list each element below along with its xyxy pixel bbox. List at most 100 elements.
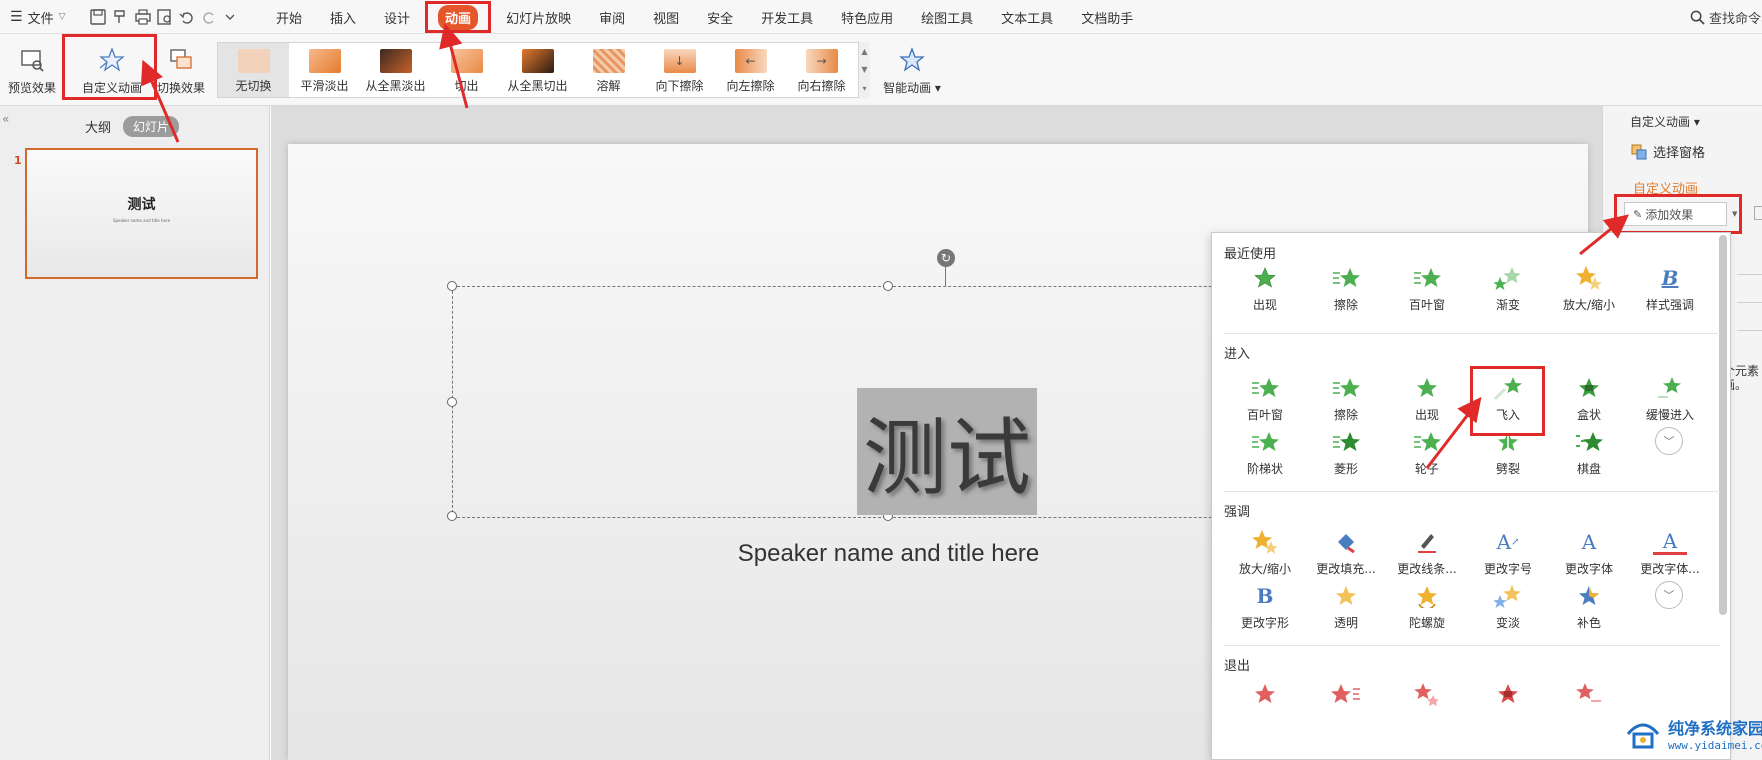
effect-split[interactable]: 劈裂: [1467, 429, 1549, 483]
dropdown-scrollbar[interactable]: [1719, 235, 1727, 615]
tab-animation[interactable]: 动画: [424, 0, 492, 34]
effect-change-line[interactable]: 更改线条...: [1386, 529, 1468, 583]
scroll-up-icon[interactable]: ▲: [861, 47, 867, 56]
effect-exit-5[interactable]: [1548, 681, 1630, 735]
transition-fade-from-black[interactable]: 从全黑淡出: [360, 43, 431, 97]
gallery-scrollbar[interactable]: ▲ ▼ ▾: [858, 42, 870, 98]
effect-ease-in[interactable]: 缓慢进入: [1629, 375, 1711, 429]
effect-grow-shrink-emphasis[interactable]: 放大/缩小: [1224, 529, 1306, 583]
effect-wipe-entrance[interactable]: 擦除: [1305, 375, 1387, 429]
effect-diamond[interactable]: 菱形: [1305, 429, 1387, 483]
tab-special-apps[interactable]: 特色应用: [827, 0, 907, 34]
effect-gradient[interactable]: 渐变: [1467, 265, 1549, 319]
search-command[interactable]: 查找命令、: [1690, 0, 1762, 34]
transition-wipe-right[interactable]: → 向右擦除: [786, 43, 857, 97]
transition-wipe-left[interactable]: ← 向左擦除: [715, 43, 786, 97]
resize-handle[interactable]: [447, 511, 457, 521]
effect-change-font-color[interactable]: A 更改字体...: [1629, 529, 1711, 583]
select-pane-button[interactable]: 选择窗格: [1631, 142, 1705, 161]
tab-view[interactable]: 视图: [639, 0, 693, 34]
file-menu[interactable]: ☰ 文件 ▽: [10, 0, 66, 34]
effect-grow-shrink[interactable]: 放大/缩小: [1548, 265, 1630, 319]
tab-outline[interactable]: 大纲: [85, 117, 111, 136]
effect-exit-4[interactable]: [1467, 681, 1549, 735]
print-preview-icon[interactable]: [155, 7, 175, 27]
smart-animation-button[interactable]: 智能动画 ▾: [882, 40, 942, 102]
effect-complementary[interactable]: 补色: [1548, 583, 1630, 637]
effect-wipe[interactable]: 擦除: [1305, 265, 1387, 319]
tab-developer[interactable]: 开发工具: [747, 0, 827, 34]
format-painter-icon[interactable]: [110, 7, 130, 27]
arrow-right-icon: →: [805, 49, 838, 73]
undo-icon[interactable]: [177, 7, 197, 27]
tab-drawing-tools[interactable]: 绘图工具: [907, 0, 987, 34]
tab-design[interactable]: 设计: [370, 0, 424, 34]
redo-icon[interactable]: [199, 7, 219, 27]
transition-cut[interactable]: 切出: [431, 43, 502, 97]
effect-wheel[interactable]: 轮子: [1386, 429, 1468, 483]
resize-handle[interactable]: [447, 397, 457, 407]
effect-appear-entrance[interactable]: 出现: [1386, 375, 1468, 429]
collapse-panel-icon[interactable]: «: [2, 112, 9, 126]
effect-spin[interactable]: 陀螺旋: [1386, 583, 1468, 637]
effect-exit-1[interactable]: [1224, 681, 1306, 735]
scroll-down-icon[interactable]: ▼: [861, 65, 867, 74]
effect-change-font-size[interactable]: A ↗ 更改字号: [1467, 529, 1549, 583]
gallery-expand-icon[interactable]: ▾: [862, 84, 866, 93]
add-effect-button[interactable]: ✎ 添加效果: [1624, 202, 1727, 226]
tab-text-tools[interactable]: 文本工具: [987, 0, 1067, 34]
effect-label: 出现: [1252, 298, 1277, 312]
transition-label: 切出: [454, 79, 479, 93]
slide-title[interactable]: 测试: [857, 388, 1037, 515]
effect-transparency[interactable]: 透明: [1305, 583, 1387, 637]
tab-review[interactable]: 审阅: [585, 0, 639, 34]
transition-cut-from-black[interactable]: 从全黑切出: [502, 43, 573, 97]
transition-none[interactable]: 无切换: [218, 43, 289, 97]
add-effect-label: 添加效果: [1645, 207, 1694, 222]
effect-label: 更改字体: [1564, 562, 1613, 576]
tab-doc-assistant[interactable]: 文档助手: [1067, 0, 1147, 34]
effect-change-font[interactable]: A 更改字体: [1548, 529, 1630, 583]
resize-handle[interactable]: [447, 281, 457, 291]
effect-exit-2[interactable]: [1305, 681, 1387, 735]
smart-animation-label: 智能动画 ▾: [883, 81, 941, 95]
more-emphasis-effects-button[interactable]: ﹀: [1655, 581, 1683, 609]
switch-effect-button[interactable]: 切换效果: [152, 40, 210, 102]
chevron-down-icon[interactable]: ▼: [1732, 202, 1740, 226]
ribbon-toolbar: 预览效果 自定义动画 切换效果 无切换 平滑淡出 从全黑淡出 切出 从全黑切出 …: [0, 34, 1762, 106]
print-icon[interactable]: [133, 7, 153, 27]
transition-wipe-down[interactable]: ↓ 向下擦除: [644, 43, 715, 97]
tab-security[interactable]: 安全: [693, 0, 747, 34]
tab-home[interactable]: 开始: [262, 0, 316, 34]
section-recent: 最近使用: [1224, 247, 1277, 262]
tab-slideshow[interactable]: 幻灯片放映: [492, 0, 585, 34]
slide-thumbnail[interactable]: 测试 Speaker name and title here: [25, 148, 258, 279]
task-pane-title[interactable]: 自定义动画 ▾: [1630, 113, 1700, 130]
effect-change-font-style[interactable]: B 更改字形: [1224, 583, 1306, 637]
effect-blinds-entrance[interactable]: 百叶窗: [1224, 375, 1306, 429]
effect-style-emphasis[interactable]: B 样式强调: [1629, 265, 1711, 319]
effect-desaturate[interactable]: 变淡: [1467, 583, 1549, 637]
switch-effect-label: 切换效果: [156, 81, 205, 95]
delete-icon[interactable]: [1754, 206, 1762, 220]
tab-label: 插入: [330, 11, 357, 27]
effect-label: 擦除: [1333, 298, 1358, 312]
effect-blinds[interactable]: 百叶窗: [1386, 265, 1468, 319]
slides-panel: « 大纲 幻灯片 1 测试 Speaker name and title her…: [0, 106, 270, 760]
resize-handle[interactable]: [883, 281, 893, 291]
tab-insert[interactable]: 插入: [316, 0, 370, 34]
tab-slides[interactable]: 幻灯片: [123, 116, 180, 137]
effect-appear[interactable]: 出现: [1224, 265, 1306, 319]
more-entrance-effects-button[interactable]: ﹀: [1655, 427, 1683, 455]
effect-stairs[interactable]: 阶梯状: [1224, 429, 1306, 483]
customize-toolbar-icon[interactable]: [220, 7, 240, 27]
effect-change-fill[interactable]: 更改填充...: [1305, 529, 1387, 583]
rotate-handle-icon[interactable]: ↻: [937, 249, 955, 267]
transition-smooth-fade[interactable]: 平滑淡出: [289, 43, 360, 97]
transition-dissolve[interactable]: 溶解: [573, 43, 644, 97]
preview-effect-button[interactable]: 预览效果: [6, 40, 58, 102]
effect-checkerboard[interactable]: 棋盘: [1548, 429, 1630, 483]
save-icon[interactable]: [88, 7, 108, 27]
effect-box[interactable]: 盒状: [1548, 375, 1630, 429]
effect-exit-3[interactable]: [1386, 681, 1468, 735]
